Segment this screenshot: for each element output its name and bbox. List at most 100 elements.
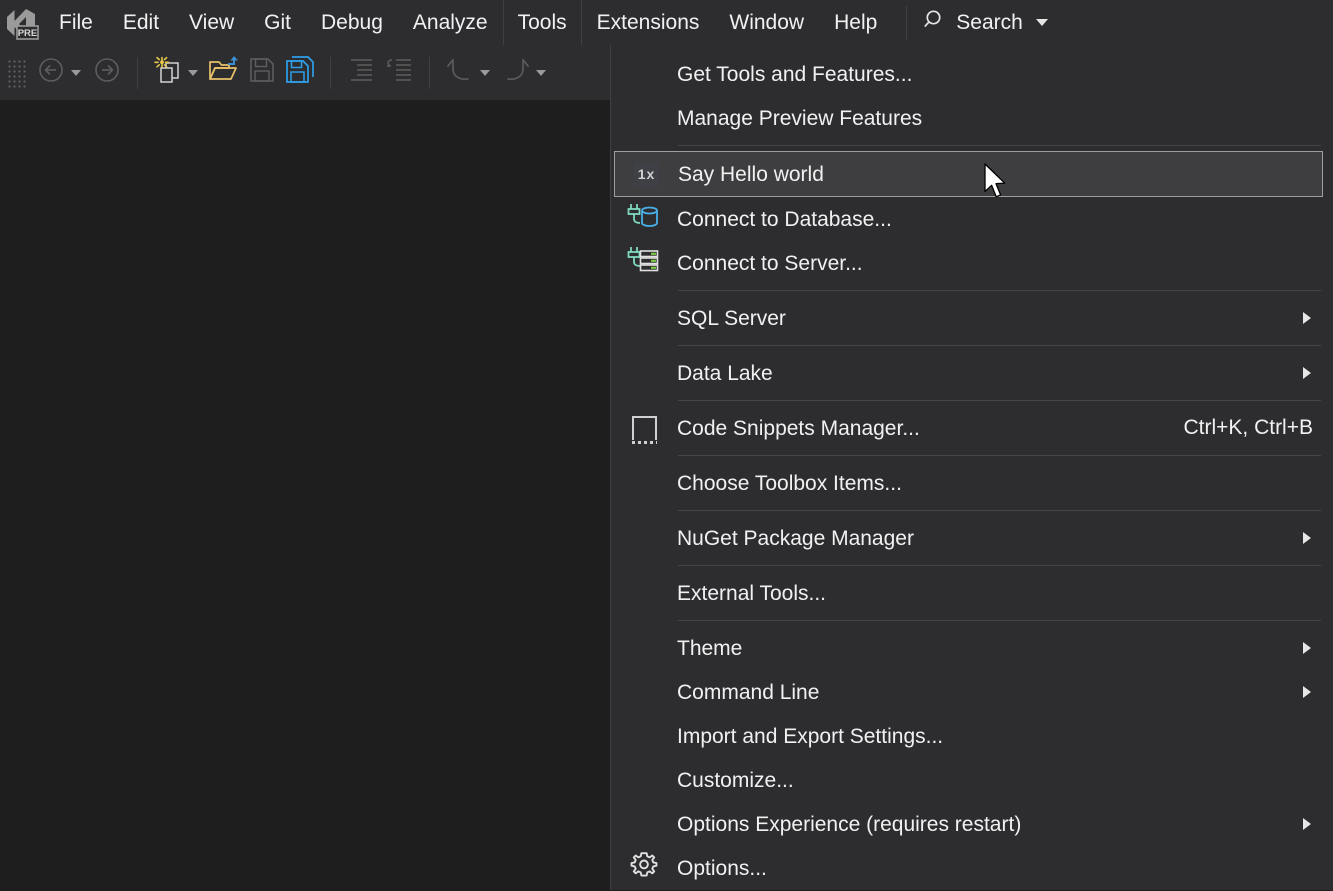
menu-item-label: Code Snippets Manager... <box>677 418 1183 439</box>
menu-icon-slot: 1x <box>615 152 678 196</box>
new-project-icon <box>153 55 183 90</box>
open-file-button[interactable] <box>207 55 241 91</box>
drag-grip-icon[interactable] <box>8 58 26 88</box>
menu-separator <box>678 290 1321 291</box>
search-icon <box>923 8 947 38</box>
menu-icon-slot <box>611 714 677 758</box>
menu-item-code-snippets-manager[interactable]: Code Snippets Manager... Ctrl+K, Ctrl+B <box>611 406 1333 450</box>
menu-extensions[interactable]: Extensions <box>582 0 715 45</box>
menu-item-connect-to-database[interactable]: Connect to Database... <box>611 197 1333 241</box>
svg-text:PRE: PRE <box>18 28 38 39</box>
menu-separator <box>678 510 1321 511</box>
menu-bar: PRE File Edit View Git Debug Analyze Too… <box>0 0 1333 45</box>
menu-item-connect-to-server[interactable]: Connect to Server... <box>611 241 1333 285</box>
undo-dropdown-icon[interactable] <box>480 70 490 76</box>
submenu-arrow-icon <box>1303 532 1311 544</box>
code-snippet-icon <box>632 416 657 440</box>
menu-item-import-and-export-settings[interactable]: Import and Export Settings... <box>611 714 1333 758</box>
menu-separator <box>678 565 1321 566</box>
menu-item-label: Say Hello world <box>678 164 1322 185</box>
menu-icon-slot <box>611 571 677 615</box>
menu-item-label: Manage Preview Features <box>677 108 1333 129</box>
menu-icon-slot <box>611 406 677 450</box>
menu-edit[interactable]: Edit <box>108 0 174 45</box>
menu-help[interactable]: Help <box>819 0 892 45</box>
menu-icon-slot <box>611 296 677 340</box>
menu-item-label: Customize... <box>677 770 1333 791</box>
chevron-down-icon[interactable] <box>1036 19 1048 26</box>
menu-item-options-experience[interactable]: Options Experience (requires restart) <box>611 802 1333 846</box>
menu-debug[interactable]: Debug <box>306 0 398 45</box>
visual-studio-preview-logo: PRE <box>0 0 44 45</box>
menu-icon-slot <box>611 96 677 140</box>
menu-item-label: Choose Toolbox Items... <box>677 473 1333 494</box>
menu-tools[interactable]: Tools <box>503 0 582 45</box>
toolbar-divider <box>137 57 138 89</box>
menubar-divider <box>906 6 907 40</box>
menu-file[interactable]: File <box>44 0 108 45</box>
navigate-backward-dropdown-icon[interactable] <box>71 70 81 76</box>
menu-item-shortcut: Ctrl+K, Ctrl+B <box>1183 416 1333 440</box>
menu-icon-slot <box>611 241 677 285</box>
menu-item-data-lake[interactable]: Data Lake <box>611 351 1333 395</box>
menu-item-manage-preview-features[interactable]: Manage Preview Features <box>611 96 1333 140</box>
menu-item-label: Import and Export Settings... <box>677 726 1333 747</box>
decrease-indent-button[interactable] <box>344 55 378 91</box>
menu-item-label: Theme <box>677 638 1303 659</box>
submenu-arrow-icon <box>1303 686 1311 698</box>
menu-item-get-tools-and-features[interactable]: Get Tools and Features... <box>611 52 1333 96</box>
save-all-button[interactable] <box>283 55 317 91</box>
1x-extension-icon: 1x <box>634 162 659 187</box>
navigate-forward-button[interactable] <box>90 55 124 91</box>
menu-item-nuget-package-manager[interactable]: NuGet Package Manager <box>611 516 1333 560</box>
increase-indent-button[interactable] <box>382 55 416 91</box>
menu-item-say-hello-world[interactable]: 1x Say Hello world <box>614 151 1323 197</box>
menu-separator <box>678 345 1321 346</box>
menu-item-label: Options Experience (requires restart) <box>677 814 1303 835</box>
menu-item-label: Connect to Database... <box>677 209 1333 230</box>
search-box[interactable]: Search <box>917 0 1054 45</box>
menu-icon-slot <box>611 846 677 890</box>
menu-item-command-line[interactable]: Command Line <box>611 670 1333 714</box>
menu-item-sql-server[interactable]: SQL Server <box>611 296 1333 340</box>
submenu-arrow-icon <box>1303 312 1311 324</box>
menu-icon-slot <box>611 197 677 241</box>
menu-git[interactable]: Git <box>249 0 306 45</box>
open-folder-icon <box>208 55 240 90</box>
undo-button[interactable] <box>443 55 477 91</box>
arrow-right-circle-icon <box>93 56 121 89</box>
arrow-left-circle-icon <box>37 56 65 89</box>
menu-view[interactable]: View <box>174 0 249 45</box>
menu-item-customize[interactable]: Customize... <box>611 758 1333 802</box>
menu-analyze[interactable]: Analyze <box>398 0 503 45</box>
new-project-button[interactable] <box>151 55 185 91</box>
visual-studio-window: PRE File Edit View Git Debug Analyze Too… <box>0 0 1333 891</box>
toolbar-divider-2 <box>330 57 331 89</box>
menu-item-label: Command Line <box>677 682 1303 703</box>
menu-separator <box>678 145 1321 146</box>
new-project-dropdown-icon[interactable] <box>188 70 198 76</box>
menu-item-external-tools[interactable]: External Tools... <box>611 571 1333 615</box>
connect-to-database-icon <box>627 201 661 237</box>
menu-icon-slot <box>611 516 677 560</box>
save-button[interactable] <box>245 55 279 91</box>
navigate-backward-button[interactable] <box>34 55 68 91</box>
menu-icon-slot <box>611 461 677 505</box>
redo-arrow-icon <box>501 56 531 89</box>
menu-item-options[interactable]: Options... <box>611 846 1333 890</box>
submenu-arrow-icon <box>1303 367 1311 379</box>
menu-item-label: SQL Server <box>677 308 1303 329</box>
menu-item-theme[interactable]: Theme <box>611 626 1333 670</box>
redo-dropdown-icon[interactable] <box>536 70 546 76</box>
save-icon <box>248 56 276 89</box>
menu-window[interactable]: Window <box>714 0 819 45</box>
tools-menu-dropdown: Get Tools and Features... Manage Preview… <box>610 45 1333 890</box>
redo-button[interactable] <box>499 55 533 91</box>
undo-arrow-icon <box>445 56 475 89</box>
toolbar-divider-3 <box>429 57 430 89</box>
menu-item-label: Connect to Server... <box>677 253 1333 274</box>
menu-item-choose-toolbox-items[interactable]: Choose Toolbox Items... <box>611 461 1333 505</box>
submenu-arrow-icon <box>1303 818 1311 830</box>
menu-icon-slot <box>611 802 677 846</box>
menu-icon-slot <box>611 758 677 802</box>
